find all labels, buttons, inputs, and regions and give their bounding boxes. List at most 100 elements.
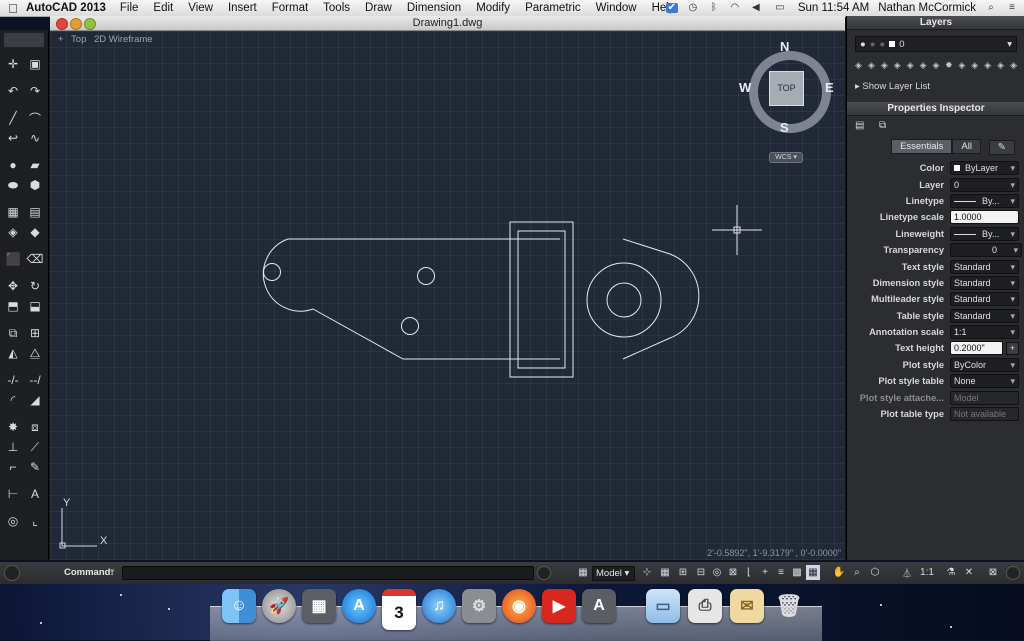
spline-icon[interactable]: ∿ — [25, 129, 45, 147]
prop-value-dropdown[interactable]: By... — [950, 226, 1019, 241]
prop-value-dropdown[interactable]: Standard — [950, 292, 1019, 307]
menu-format[interactable]: Format — [272, 2, 308, 14]
arc-icon[interactable]: ↩ — [3, 129, 23, 147]
minimize-window-icon[interactable] — [70, 18, 82, 30]
layer-tool-2-icon[interactable]: ◈ — [866, 60, 877, 71]
annotation-scale-value[interactable]: 1:1 — [916, 565, 938, 580]
menu-insert[interactable]: Insert — [228, 2, 257, 14]
select-icon[interactable]: ✛ — [3, 55, 23, 73]
stretch-icon[interactable]: ⬓ — [25, 297, 45, 315]
undo-icon[interactable]: ↶ — [3, 82, 23, 100]
menu-modify[interactable]: Modify — [476, 2, 510, 14]
lengthen-icon[interactable]: ⟋ — [25, 438, 45, 456]
layer-tool-7-icon[interactable]: ◈ — [931, 60, 942, 71]
prop-value-dropdown[interactable]: Standard — [950, 308, 1019, 323]
bluetooth-icon[interactable]: ᛒ — [708, 3, 720, 13]
calendar-icon[interactable]: 3 — [382, 589, 416, 630]
grid-display-icon[interactable]: ▦ — [658, 565, 672, 580]
circle-icon[interactable]: ● — [3, 156, 23, 174]
prop-value-dropdown[interactable]: None — [950, 374, 1019, 389]
command-history-icon[interactable]: ▾ — [110, 566, 115, 577]
measure-icon[interactable]: ◎ — [3, 512, 23, 530]
notification-center-icon[interactable]: ≡ — [1006, 3, 1018, 13]
finder-icon[interactable]: ☺ — [222, 589, 256, 623]
menu-dimension[interactable]: Dimension — [407, 2, 461, 14]
dynamic-ucs-icon[interactable]: ⌊ — [742, 565, 756, 580]
gradient-icon[interactable]: ▤ — [25, 203, 45, 221]
edit-pencil-icon[interactable]: ✎ — [988, 140, 1015, 155]
tab-all[interactable]: All — [952, 139, 981, 154]
quick-properties-tab-icon[interactable]: ⧉ — [879, 120, 893, 132]
prop-value-slider[interactable]: 0 — [950, 243, 1022, 258]
polygon-icon[interactable]: ⬢ — [25, 176, 45, 194]
ortho-mode-icon[interactable]: ⊞ — [676, 565, 690, 580]
command-options-icon[interactable] — [537, 566, 551, 580]
menu-tools[interactable]: Tools — [323, 2, 350, 14]
prop-value-dropdown[interactable]: 0 — [950, 177, 1019, 192]
trash-icon[interactable]: 🗑 — [772, 589, 806, 623]
annotation-visibility-icon[interactable]: ⚗ — [944, 565, 958, 580]
ellipse-icon[interactable]: ⬬ — [3, 176, 23, 194]
transparency-toggle-icon[interactable]: ▩ — [790, 565, 804, 580]
clean-screen-icon[interactable]: ⊠ — [986, 565, 1000, 580]
orbit-icon[interactable]: ⬡ — [868, 565, 882, 580]
prop-value-dropdown[interactable]: 1:1 — [950, 325, 1019, 340]
command-line-toggle-icon[interactable] — [4, 565, 20, 581]
model-layout-icon[interactable]: ▦ — [576, 565, 590, 580]
command-input[interactable] — [122, 566, 534, 580]
volume-icon[interactable]: ◀ — [750, 3, 762, 13]
menu-view[interactable]: View — [188, 2, 213, 14]
prop-value-dropdown[interactable]: Standard — [950, 259, 1019, 274]
erase-icon[interactable]: ⌫ — [25, 250, 45, 268]
lineweight-toggle-icon[interactable]: ≡ — [774, 565, 788, 580]
polyline-icon[interactable]: ⌒ — [25, 109, 45, 127]
menu-file[interactable]: File — [120, 2, 139, 14]
align-icon[interactable]: ⌐ — [3, 458, 23, 476]
layer-tool-6-icon[interactable]: ◈ — [918, 60, 929, 71]
battery-icon[interactable]: ▭ — [771, 3, 789, 13]
object-snap-tracking-icon[interactable]: ⊠ — [726, 565, 740, 580]
block-icon[interactable]: ⬛ — [3, 250, 23, 268]
pick-button-icon[interactable]: + — [1006, 341, 1019, 355]
redo-icon[interactable]: ↷ — [25, 82, 45, 100]
layer-tool-9-icon[interactable]: ◈ — [956, 60, 967, 71]
drawing-window-titlebar[interactable]: Drawing1.dwg — [50, 16, 845, 31]
app-store-icon[interactable]: A — [342, 589, 376, 623]
compass-north[interactable]: N — [780, 39, 789, 54]
boundary-icon[interactable]: ◈ — [3, 223, 23, 241]
drawing-canvas[interactable]: + Top 2D Wireframe Y X TOP N S W E WCS ▾… — [50, 31, 845, 560]
printer-icon[interactable]: ⎙ — [688, 589, 722, 623]
viewcube[interactable]: TOP N S W E — [739, 39, 834, 135]
hatch-icon[interactable]: ▦ — [3, 203, 23, 221]
join-icon[interactable]: ⧈ — [25, 418, 45, 436]
polar-tracking-icon[interactable]: ⊟ — [694, 565, 708, 580]
autocad-icon[interactable]: A — [582, 589, 616, 623]
itunes-icon[interactable]: ♫ — [422, 589, 456, 623]
annotation-scale-icon[interactable]: ⏃ — [900, 565, 914, 580]
selection-cycling-icon[interactable]: ▦ — [806, 565, 820, 580]
status-menu-icon[interactable] — [1006, 566, 1020, 580]
layer-tool-8-icon[interactable]: ✸ — [943, 60, 954, 71]
menu-draw[interactable]: Draw — [365, 2, 392, 14]
compass-west[interactable]: W — [739, 80, 751, 95]
zoom-window-icon[interactable] — [84, 18, 96, 30]
grip-edit-icon[interactable]: ✎ — [25, 458, 45, 476]
mirror-icon[interactable]: ◭ — [3, 344, 23, 362]
select-filter-icon[interactable]: ▣ — [25, 55, 45, 73]
menubar-clock[interactable]: Sun 11:54 AM — [798, 2, 869, 14]
region-icon[interactable]: ◆ — [25, 223, 45, 241]
line-icon[interactable]: ╱ — [3, 109, 23, 127]
layer-dropdown[interactable]: ● ● ● 0 ▾ — [855, 36, 1017, 52]
snap-mode-icon[interactable]: ⊹ — [640, 565, 654, 580]
rectangle-icon[interactable]: ▰ — [25, 156, 45, 174]
trim-icon[interactable]: -/- — [3, 371, 23, 389]
tab-essentials[interactable]: Essentials — [891, 139, 953, 154]
show-layer-list-toggle[interactable]: ▸ Show Layer List — [847, 75, 1024, 98]
properties-tab-icon[interactable]: ▤ — [855, 120, 869, 132]
apple-menu-icon[interactable]:  — [0, 1, 26, 16]
wcs-menu[interactable]: WCS ▾ — [769, 152, 803, 163]
viewcube-top-face[interactable]: TOP — [769, 71, 804, 106]
time-machine-icon[interactable]: ◷ — [687, 3, 699, 13]
compass-south[interactable]: S — [780, 120, 789, 135]
prop-value-input[interactable]: 1.0000 — [950, 210, 1019, 225]
